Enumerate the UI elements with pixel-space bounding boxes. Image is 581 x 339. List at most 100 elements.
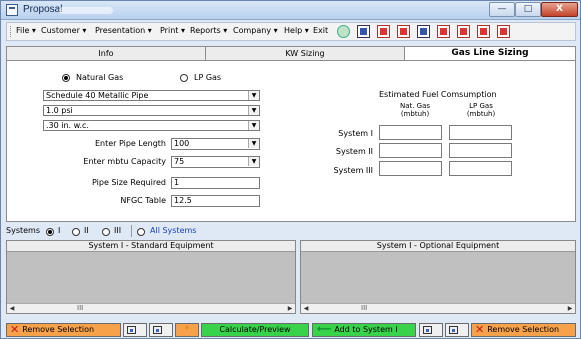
remove-selection-left-button[interactable]: ✕ Remove Selection	[6, 323, 121, 337]
title-redacted-area	[59, 7, 113, 14]
menu-presentation[interactable]: Presentation ▾	[95, 26, 152, 35]
menu-reports[interactable]: Reports ▾	[190, 26, 227, 35]
menu-exit[interactable]: Exit	[313, 26, 328, 35]
export-icon[interactable]	[437, 25, 450, 38]
close-button[interactable]: X	[541, 2, 578, 17]
remove-selection-right-label: Remove Selection	[487, 325, 560, 334]
chevron-down-icon: ▼	[248, 121, 259, 130]
mbtu-value: 75	[174, 157, 185, 166]
radio-system-3[interactable]	[102, 228, 110, 236]
all-systems-label: All Systems	[150, 226, 197, 235]
tab-kw-sizing[interactable]: KW Sizing	[205, 46, 405, 60]
pipe-size-label: Pipe Size Required	[92, 178, 166, 187]
system-3-nat-gas-field[interactable]	[379, 161, 442, 176]
scroll-left-icon[interactable]: ◀	[7, 304, 17, 313]
pipe-size-field[interactable]: 1	[171, 177, 260, 189]
chart-icon[interactable]	[457, 25, 470, 38]
tab-strip: Info KW Sizing Gas Line Sizing	[6, 46, 576, 61]
scroll-right-icon[interactable]: ▶	[565, 304, 575, 313]
calculate-preview-button[interactable]: Calculate/Preview	[201, 323, 309, 337]
report-icon[interactable]	[397, 25, 410, 38]
nat-gas-column-header: Nat. Gas (mbtuh)	[385, 102, 445, 118]
menu-print[interactable]: Print ▾	[160, 26, 185, 35]
bottom-toolbar: ✕ Remove Selection * Calculate/Preview ⟵ A…	[6, 323, 576, 337]
pipe-type-select[interactable]: Schedule 40 Metallic Pipe ▼	[43, 90, 260, 101]
remove-selection-left-label: Remove Selection	[22, 325, 95, 334]
proposal-window: Proposal — □ X File ▾ Customer ▾ Present…	[0, 0, 581, 339]
system-3-lp-gas-field[interactable]	[449, 161, 512, 176]
preview-icon[interactable]	[417, 25, 430, 38]
systems-selector: Systems I II III All Systems	[6, 225, 266, 238]
system-1-lp-gas-field[interactable]	[449, 125, 512, 140]
natural-gas-label: Natural Gas	[76, 73, 124, 82]
system-3-option-label: III	[114, 226, 122, 235]
globe-icon[interactable]	[337, 25, 350, 38]
star-icon: *	[184, 325, 190, 335]
minimize-button[interactable]: —	[489, 2, 515, 17]
menu-bar: File ▾ Customer ▾ Presentation ▾ Print ▾…	[6, 22, 576, 41]
standard-equipment-list[interactable]: System I - Standard Equipment ◀ III ▶	[6, 240, 296, 314]
standard-scrollbar[interactable]: ◀ III ▶	[7, 303, 295, 313]
copy-icon	[127, 326, 136, 334]
settings-icon[interactable]	[497, 25, 510, 38]
optional-scrollbar[interactable]: ◀ III ▶	[301, 303, 575, 313]
add-item-button[interactable]: *	[175, 323, 199, 337]
red-x-icon: ✕	[10, 323, 20, 336]
stats-icon[interactable]	[477, 25, 490, 38]
menu-customer[interactable]: Customer ▾	[41, 26, 86, 35]
remove-selection-right-button[interactable]: ✕ Remove Selection	[471, 323, 576, 337]
copy-right-button[interactable]	[419, 323, 443, 337]
system-1-label: System I	[338, 129, 373, 138]
paste-right-button[interactable]	[445, 323, 469, 337]
scroll-left-icon[interactable]: ◀	[301, 304, 311, 313]
system-2-label: System II	[335, 147, 373, 156]
pipe-length-value: 100	[174, 139, 190, 148]
paste-button[interactable]	[149, 323, 173, 337]
pdf-icon[interactable]	[377, 25, 390, 38]
chevron-down-icon: ▼	[248, 106, 259, 115]
system-3-label: System III	[333, 166, 373, 175]
chevron-down-icon: ▼	[248, 139, 259, 148]
mbtu-label: Enter mbtu Capacity	[83, 157, 166, 166]
radio-lp-gas[interactable]	[180, 74, 188, 82]
system-2-nat-gas-field[interactable]	[379, 143, 442, 158]
systems-divider	[131, 225, 132, 237]
mbtu-select[interactable]: 75 ▼	[171, 156, 260, 168]
maximize-button[interactable]: □	[515, 2, 541, 17]
pressure-value: 1.0 psi	[46, 106, 73, 115]
add-to-system-button[interactable]: ⟵ Add to System I	[312, 323, 416, 337]
menu-help[interactable]: Help ▾	[284, 26, 309, 35]
standard-equipment-body[interactable]	[7, 252, 295, 304]
pressure-select[interactable]: 1.0 psi ▼	[43, 105, 260, 116]
menu-company[interactable]: Company ▾	[233, 26, 278, 35]
document-icon[interactable]	[357, 25, 370, 38]
pipe-type-value: Schedule 40 Metallic Pipe	[46, 91, 149, 100]
nfgc-label: NFGC Table	[120, 196, 166, 205]
lp-gas-header-line1: LP Gas	[469, 102, 493, 110]
scroll-thumb[interactable]: III	[77, 304, 83, 312]
tab-gas-line-sizing[interactable]: Gas Line Sizing	[404, 46, 576, 61]
pipe-length-select[interactable]: 100 ▼	[171, 138, 260, 150]
radio-natural-gas[interactable]	[62, 74, 70, 82]
menu-grip	[10, 26, 13, 37]
window-title: Proposal	[23, 4, 63, 15]
pressure-drop-value: .30 in. w.c.	[46, 121, 89, 130]
menu-file[interactable]: File ▾	[16, 26, 36, 35]
lp-gas-label: LP Gas	[194, 73, 222, 82]
radio-system-2[interactable]	[72, 228, 80, 236]
optional-equipment-list[interactable]: System I - Optional Equipment ◀ III ▶	[300, 240, 576, 314]
pressure-drop-select[interactable]: .30 in. w.c. ▼	[43, 120, 260, 131]
optional-equipment-body[interactable]	[301, 252, 575, 304]
nfgc-field[interactable]: 12.5	[171, 195, 260, 207]
scroll-right-icon[interactable]: ▶	[285, 304, 295, 313]
radio-system-1[interactable]	[46, 228, 54, 236]
copy-button[interactable]	[123, 323, 147, 337]
red-x-icon: ✕	[475, 323, 485, 336]
paste-icon	[449, 326, 458, 334]
scroll-thumb[interactable]: III	[361, 304, 367, 312]
tab-info[interactable]: Info	[6, 46, 206, 60]
paste-icon	[153, 326, 162, 334]
system-1-nat-gas-field[interactable]	[379, 125, 442, 140]
radio-all-systems[interactable]	[137, 228, 145, 236]
system-2-lp-gas-field[interactable]	[449, 143, 512, 158]
